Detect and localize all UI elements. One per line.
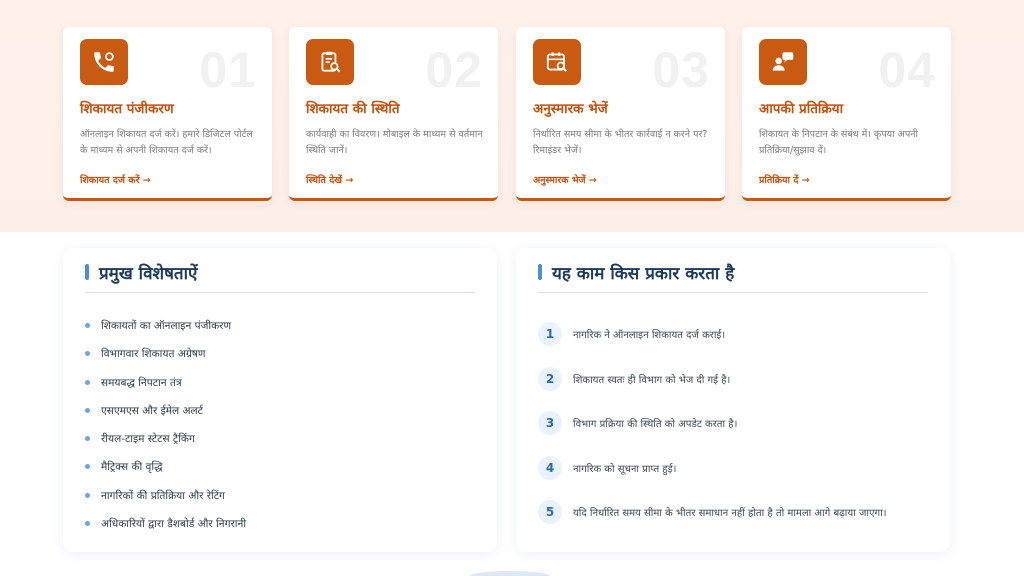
step-item: 4 नागरिक को सूचना प्राप्त हुई।: [538, 455, 938, 501]
step-text: विभाग प्रक्रिया की स्थिति को अपडेट करता …: [573, 419, 738, 430]
how-it-works-title: यह काम किस प्रकार करता है: [538, 261, 734, 284]
list-item: शिकायतों का ऑनलाइन पंजीकरण: [85, 318, 246, 346]
step-text: शिकायत स्वतः ही विभाग को भेज दी गई है।: [573, 374, 731, 386]
card-complaint-registration[interactable]: 01 शिकायत पंजीकरण ऑनलाइन शिकायत दर्ज करे…: [63, 27, 272, 201]
card-description: कार्यवाही का विवरण। मोबाइल के माध्यम से …: [306, 129, 483, 156]
card-title: आपकी प्रतिक्रिया: [759, 101, 844, 117]
steps-list: 1 नागरिक ने ऑनलाइन शिकायत दर्ज कराई। 2 शिक…: [538, 322, 938, 545]
service-cards: 01 शिकायत पंजीकरण ऑनलाइन शिकायत दर्ज करे…: [63, 27, 951, 201]
step-item: 2 शिकायत स्वतः ही विभाग को भेज दी गई है।: [538, 366, 938, 412]
step-number-badge: 1: [538, 322, 562, 346]
card-description: निर्धारित समय सीमा के भीतर कार्रवाई न कर…: [533, 129, 708, 156]
card-number: 04: [878, 42, 936, 98]
card-number: 02: [425, 42, 483, 98]
how-it-works-panel: यह काम किस प्रकार करता है 1 नागरिक ने ऑनल…: [516, 248, 950, 552]
step-text: नागरिक ने ऑनलाइन शिकायत दर्ज कराई।: [573, 330, 726, 341]
step-number-badge: 2: [538, 366, 562, 391]
send-reminder-link[interactable]: अनुस्मारक भेजें →: [533, 173, 597, 186]
step-item: 5 यदि निर्धारित समय सीमा के भीतर समाधान न…: [538, 500, 938, 545]
card-feedback[interactable]: 04 आपकी प्रतिक्रिया शिकायत के निपटान के …: [742, 27, 951, 201]
key-features-panel: प्रमुख विशेषताऐं शिकायतों का ऑनलाइन पंजी…: [63, 248, 497, 552]
calendar-search-icon: [533, 39, 581, 85]
divider: [85, 292, 475, 293]
phone-icon: [80, 39, 128, 85]
step-text: नागरिक को सूचना प्राप्त हुई।: [573, 463, 677, 475]
view-status-link[interactable]: स्थिति देखें →: [306, 173, 353, 186]
list-item: विभागवार शिकायत अग्रेषण: [85, 346, 246, 374]
clipboard-search-icon: [306, 39, 354, 85]
register-complaint-link[interactable]: शिकायत दर्ज करें →: [80, 173, 151, 186]
card-number: 03: [652, 42, 710, 98]
step-number-badge: 4: [538, 455, 562, 480]
step-item: 1 नागरिक ने ऑनलाइन शिकायत दर्ज कराई।: [538, 322, 938, 367]
card-title: अनुस्मारक भेजें: [533, 101, 608, 117]
card-title: शिकायत की स्थिति: [306, 101, 400, 117]
list-item: अधिकारियों द्वारा डैशबोर्ड और निगरानी: [85, 516, 246, 544]
give-feedback-link[interactable]: प्रतिक्रिया दें →: [759, 173, 810, 186]
decorative-shape: [470, 571, 550, 576]
list-item: समयबद्ध निपटान तंत्र: [85, 375, 246, 403]
list-item: रीयल-टाइम स्टेटस ट्रैकिंग: [85, 431, 246, 459]
key-features-title: प्रमुख विशेषताऐं: [85, 261, 197, 284]
list-item: मैट्रिक्स की वृद्धि: [85, 459, 246, 487]
step-text: यदि निर्धारित समय सीमा के भीतर समाधान नह…: [573, 508, 887, 519]
step-number-badge: 5: [538, 500, 562, 524]
card-send-reminder[interactable]: 03 अनुस्मारक भेजें निर्धारित समय सीमा के…: [516, 27, 725, 201]
list-item: एसएमएस और ईमेल अलर्ट: [85, 403, 246, 431]
card-number: 01: [199, 42, 257, 98]
list-item: नागरिकों की प्रतिक्रिया और रेटिंग: [85, 488, 246, 516]
divider: [538, 292, 928, 293]
card-description: ऑनलाइन शिकायत दर्ज करें। हमारे डिजिटल पो…: [80, 129, 253, 156]
feedback-user-icon: [759, 39, 807, 85]
card-title: शिकायत पंजीकरण: [80, 101, 174, 117]
card-description: शिकायत के निपटान के संबंध में। कृपया अपन…: [759, 129, 919, 156]
step-item: 3 विभाग प्रक्रिया की स्थिति को अपडेट करता…: [538, 411, 938, 456]
features-list: शिकायतों का ऑनलाइन पंजीकरण विभागवार शिका…: [85, 318, 246, 544]
step-number-badge: 3: [538, 411, 562, 435]
card-complaint-status[interactable]: 02 शिकायत की स्थिति कार्यवाही का विवरण। …: [289, 27, 498, 201]
